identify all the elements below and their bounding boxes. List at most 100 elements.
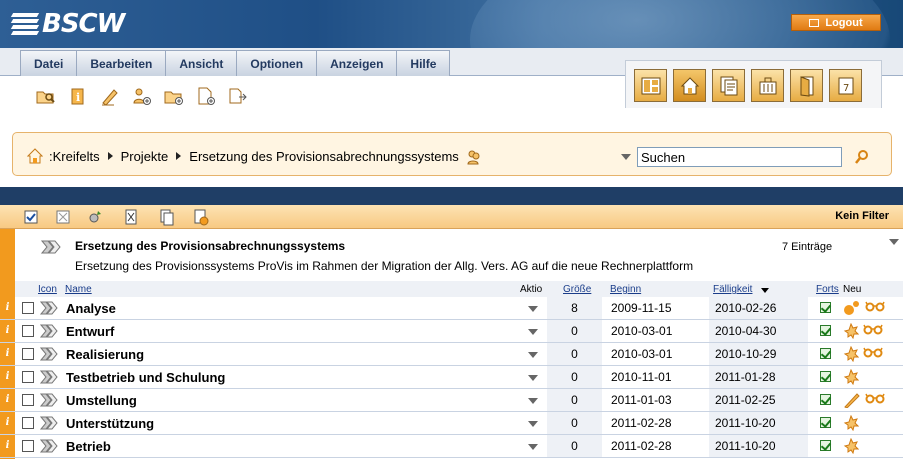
logo-mark-icon: [10, 11, 40, 37]
breadcrumb-item-current[interactable]: Ersetzung des Provisionsabrechnungssyste…: [189, 149, 459, 164]
new-star-icon[interactable]: [843, 323, 859, 339]
table-row[interactable]: i Testbetrieb und Schulung 0 2010-11-01 2011…: [0, 366, 903, 389]
progress-checkbox-icon[interactable]: [820, 348, 831, 359]
row-name[interactable]: Betrieb: [66, 439, 111, 454]
col-due[interactable]: Fälligkeit: [713, 284, 752, 295]
row-action-dropdown[interactable]: [528, 444, 538, 450]
new-star-icon[interactable]: [843, 415, 859, 431]
phase-folder-icon: [40, 416, 58, 430]
row-checkbox[interactable]: [22, 348, 34, 360]
menu-optionen[interactable]: Optionen: [236, 50, 318, 76]
col-size[interactable]: Größe: [563, 284, 591, 295]
info-icon[interactable]: i: [67, 86, 88, 107]
col-progress[interactable]: Forts: [816, 284, 839, 295]
row-action-dropdown[interactable]: [528, 398, 538, 404]
table-row[interactable]: i Entwurf 0 2010-03-01 2010-04-30: [0, 320, 903, 343]
events-icon[interactable]: [843, 300, 861, 316]
row-name[interactable]: Testbetrieb und Schulung: [66, 370, 225, 385]
briefcase-view-tab[interactable]: [751, 69, 784, 102]
filter-status[interactable]: Kein Filter: [835, 210, 889, 222]
col-start[interactable]: Beginn: [610, 284, 641, 295]
breadcrumb-root[interactable]: :Kreifelts: [49, 149, 100, 164]
menu-datei[interactable]: Datei: [20, 50, 78, 76]
delete-document-icon[interactable]: [192, 208, 210, 226]
table-row[interactable]: i Realisierung 0 2010-03-01 2010-10-29: [0, 343, 903, 366]
progress-checkbox-icon[interactable]: [820, 371, 831, 382]
row-name[interactable]: Entwurf: [66, 324, 114, 339]
row-action-dropdown[interactable]: [528, 421, 538, 427]
col-icon[interactable]: Icon: [38, 284, 57, 295]
row-action-dropdown[interactable]: [528, 306, 538, 312]
row-action-dropdown[interactable]: [528, 329, 538, 335]
info-icon[interactable]: i: [0, 366, 15, 388]
home-view-tab[interactable]: [673, 69, 706, 102]
info-icon[interactable]: i: [0, 297, 15, 319]
new-document-icon[interactable]: [195, 86, 216, 107]
copy-icon[interactable]: [158, 208, 176, 226]
clipboard-view-tab[interactable]: [712, 69, 745, 102]
open-folder-icon[interactable]: [35, 86, 56, 107]
read-glasses-icon[interactable]: [863, 346, 883, 358]
info-icon[interactable]: i: [0, 435, 15, 457]
export-icon[interactable]: [227, 86, 248, 107]
settings-gear-icon[interactable]: [86, 208, 104, 226]
logout-button[interactable]: Logout: [791, 14, 881, 31]
door-view-tab[interactable]: [790, 69, 823, 102]
search-input[interactable]: [637, 147, 842, 167]
search-options-dropdown[interactable]: [621, 154, 631, 160]
folder-description: Ersetzung des Provisionssystems ProVis i…: [75, 259, 694, 273]
row-action-dropdown[interactable]: [528, 375, 538, 381]
layout-view-tab[interactable]: [634, 69, 667, 102]
row-checkbox[interactable]: [22, 325, 34, 337]
menu-hilfe[interactable]: Hilfe: [396, 50, 451, 76]
new-star-icon[interactable]: [843, 369, 859, 385]
row-name[interactable]: Umstellung: [66, 393, 137, 408]
info-icon[interactable]: i: [0, 343, 15, 365]
progress-checkbox-icon[interactable]: [820, 302, 831, 313]
calendar-view-tab[interactable]: 7: [829, 69, 862, 102]
new-folder-icon[interactable]: [163, 86, 184, 107]
cut-icon[interactable]: [122, 208, 140, 226]
folder-options-dropdown[interactable]: [889, 239, 899, 245]
progress-checkbox-icon[interactable]: [820, 440, 831, 451]
read-glasses-icon[interactable]: [865, 300, 885, 312]
menu-ansicht[interactable]: Ansicht: [165, 50, 238, 76]
row-name[interactable]: Analyse: [66, 301, 116, 316]
row-checkbox[interactable]: [22, 394, 34, 406]
col-name[interactable]: Name: [65, 284, 92, 295]
menu-anzeigen[interactable]: Anzeigen: [316, 50, 398, 76]
add-member-icon[interactable]: [131, 86, 152, 107]
row-checkbox[interactable]: [22, 417, 34, 429]
table-row[interactable]: i Analyse 8 2009-11-15 2010-02-26: [0, 297, 903, 320]
search-icon[interactable]: [854, 149, 870, 165]
table-row[interactable]: i Betrieb 0 2011-02-28 2011-10-20: [0, 435, 903, 458]
menu-bearbeiten[interactable]: Bearbeiten: [76, 50, 167, 76]
row-action-dropdown[interactable]: [528, 352, 538, 358]
table-row[interactable]: i Umstellung 0 2011-01-03 2011-02-25: [0, 389, 903, 412]
row-name[interactable]: Realisierung: [66, 347, 144, 362]
row-checkbox[interactable]: [22, 371, 34, 383]
read-glasses-icon[interactable]: [863, 323, 883, 335]
new-star-icon[interactable]: [843, 346, 859, 362]
shared-folder-icon: [467, 150, 480, 165]
progress-checkbox-icon[interactable]: [820, 417, 831, 428]
new-star-icon[interactable]: [843, 438, 859, 454]
home-icon[interactable]: [27, 148, 43, 164]
edit-pencil-icon[interactable]: [843, 392, 861, 408]
row-checkbox[interactable]: [22, 302, 34, 314]
row-name[interactable]: Unterstützung: [66, 416, 154, 431]
info-icon[interactable]: i: [0, 389, 15, 411]
select-all-icon[interactable]: [22, 208, 40, 226]
row-start-date: 2011-02-28: [611, 416, 672, 430]
edit-pencil-icon[interactable]: [99, 86, 120, 107]
progress-checkbox-icon[interactable]: [820, 325, 831, 336]
info-icon[interactable]: i: [0, 412, 15, 434]
breadcrumb-item-projekte[interactable]: Projekte: [121, 149, 169, 164]
read-glasses-icon[interactable]: [865, 392, 885, 404]
progress-checkbox-icon[interactable]: [820, 394, 831, 405]
deselect-all-icon[interactable]: [54, 208, 72, 226]
row-checkbox[interactable]: [22, 440, 34, 452]
row-size: 8: [547, 297, 602, 319]
info-icon[interactable]: i: [0, 320, 15, 342]
table-row[interactable]: i Unterstützung 0 2011-02-28 2011-10-20: [0, 412, 903, 435]
